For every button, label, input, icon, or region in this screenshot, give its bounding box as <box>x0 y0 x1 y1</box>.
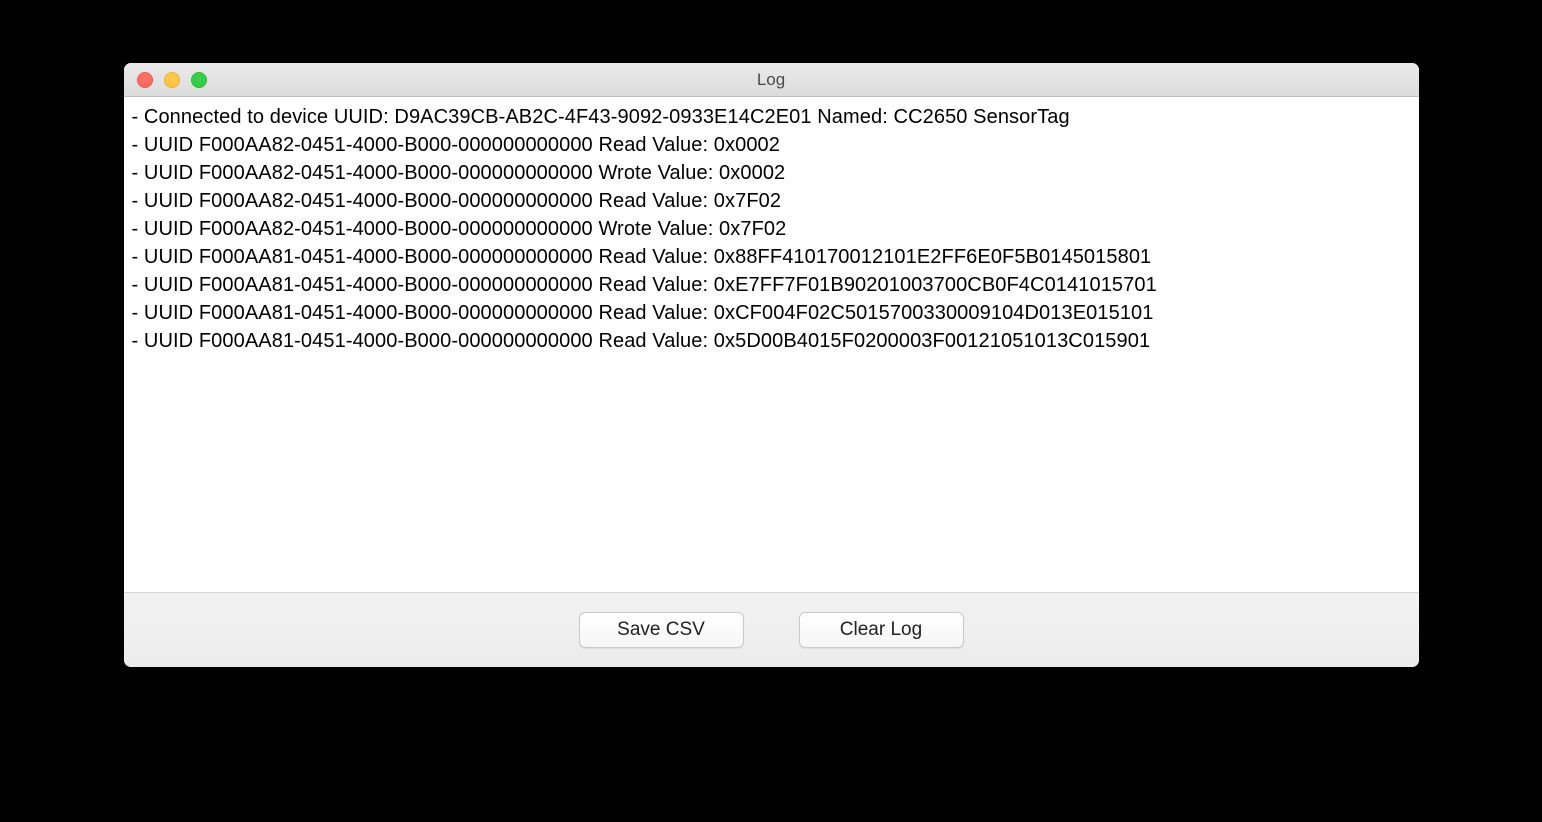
close-button[interactable] <box>137 72 153 88</box>
toolbar: Save CSV Clear Log <box>124 592 1419 667</box>
log-line[interactable]: - UUID F000AA81-0451-4000-B000-000000000… <box>132 243 1411 271</box>
log-area[interactable]: - Connected to device UUID: D9AC39CB-AB2… <box>124 97 1419 592</box>
window-title: Log <box>124 70 1419 90</box>
traffic-lights <box>124 72 207 88</box>
maximize-button[interactable] <box>191 72 207 88</box>
titlebar[interactable]: Log <box>124 63 1419 97</box>
log-line[interactable]: - UUID F000AA81-0451-4000-B000-000000000… <box>132 299 1411 327</box>
log-line[interactable]: - UUID F000AA81-0451-4000-B000-000000000… <box>132 327 1411 355</box>
log-line[interactable]: - UUID F000AA82-0451-4000-B000-000000000… <box>132 131 1411 159</box>
log-line[interactable]: - UUID F000AA82-0451-4000-B000-000000000… <box>132 215 1411 243</box>
clear-log-button[interactable]: Clear Log <box>799 612 964 648</box>
log-line[interactable]: - UUID F000AA81-0451-4000-B000-000000000… <box>132 271 1411 299</box>
log-line[interactable]: - UUID F000AA82-0451-4000-B000-000000000… <box>132 187 1411 215</box>
log-line[interactable]: - Connected to device UUID: D9AC39CB-AB2… <box>132 103 1411 131</box>
log-line[interactable]: - UUID F000AA82-0451-4000-B000-000000000… <box>132 159 1411 187</box>
log-window: Log - Connected to device UUID: D9AC39CB… <box>124 63 1419 667</box>
minimize-button[interactable] <box>164 72 180 88</box>
save-csv-button[interactable]: Save CSV <box>579 612 744 648</box>
